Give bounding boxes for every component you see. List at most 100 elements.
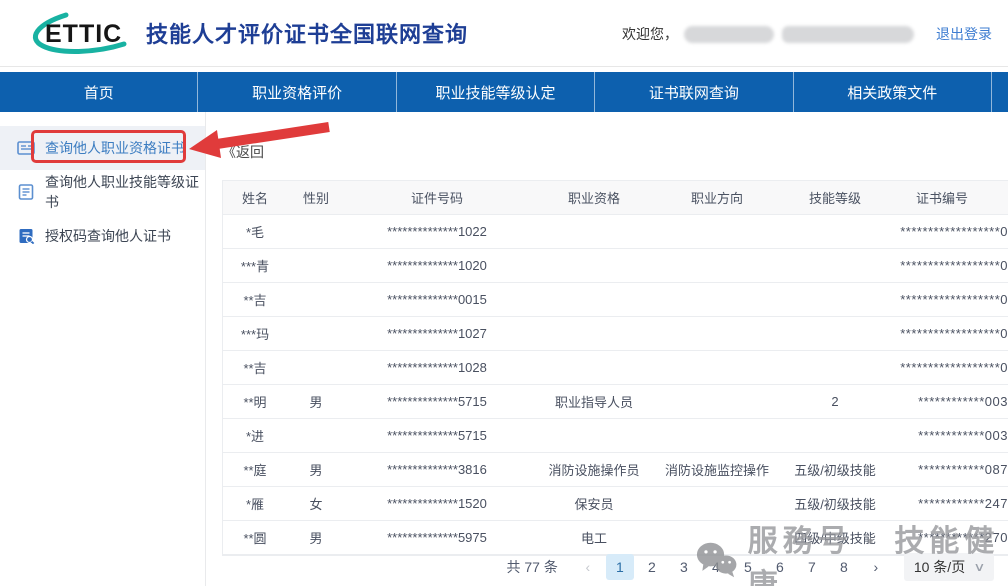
sidebar-item-query-others-qualification-cert[interactable]: 查询他人职业资格证书: [0, 126, 205, 170]
sidebar-item-query-others-skill-level-cert[interactable]: 查询他人职业技能等级证书: [0, 170, 205, 214]
top-header: ETTIC 技能人才评价证书全国联网查询 欢迎您， 退出登录: [0, 0, 1008, 67]
cell-name: *雁: [223, 494, 287, 513]
cell-name: **吉: [223, 290, 287, 309]
cell-skill-level: 四级/中级技能: [775, 528, 895, 547]
nav-item-certificate-query[interactable]: 证书联网查询: [595, 72, 793, 112]
certificate-query-page: ETTIC 技能人才评价证书全国联网查询 欢迎您， 退出登录 首页 职业资格评价…: [0, 0, 1008, 586]
sidebar-item-label: 授权码查询他人证书: [45, 226, 171, 246]
cell-cert-number: ************270: [895, 530, 1008, 545]
cell-id-number: **************1020: [345, 258, 529, 273]
logo-swoosh-icon: ETTIC: [30, 11, 130, 55]
welcome-text: 欢迎您，: [622, 24, 678, 44]
prev-page-icon[interactable]: ‹: [574, 554, 602, 580]
cell-gender: 男: [287, 528, 345, 547]
cell-skill-level: 五级/初级技能: [775, 460, 895, 479]
doc-search-icon: [17, 228, 35, 244]
cell-qualification: 消防设施操作员: [529, 460, 659, 479]
col-header-gender: 性别: [287, 188, 345, 207]
table-row[interactable]: **圆 男 **************5975 电工 四级/中级技能 ****…: [223, 521, 1008, 555]
col-header-skill-level: 技能等级: [775, 188, 895, 207]
cell-name: **吉: [223, 358, 287, 377]
table-row[interactable]: *毛 **************1022 ******************…: [223, 215, 1008, 249]
cell-cert-number: ******************0: [895, 224, 1008, 239]
cell-id-number: **************1027: [345, 326, 529, 341]
table-row[interactable]: *进 **************5715 ************003: [223, 419, 1008, 453]
page-size-select[interactable]: 10 条/页 ∨: [904, 553, 994, 581]
cell-id-number: **************0015: [345, 292, 529, 307]
nav-item-qualification-evaluation[interactable]: 职业资格评价: [198, 72, 396, 112]
brand: ETTIC 技能人才评价证书全国联网查询: [30, 11, 468, 55]
cell-id-number: **************5975: [345, 530, 529, 545]
page-button-2[interactable]: 2: [638, 554, 666, 580]
cell-name: **圆: [223, 528, 287, 547]
cell-id-number: **************5715: [345, 428, 529, 443]
page-button-6[interactable]: 6: [766, 554, 794, 580]
cell-cert-number: ************003: [895, 428, 1008, 443]
cell-cert-number: ************247: [895, 496, 1008, 511]
nav-item-policy-documents[interactable]: 相关政策文件: [794, 72, 992, 112]
cell-name: ***玛: [223, 324, 287, 343]
page-button-7[interactable]: 7: [798, 554, 826, 580]
main-nav: 首页 职业资格评价 职业技能等级认定 证书联网查询 相关政策文件: [0, 72, 1008, 112]
ettic-logo: ETTIC: [30, 11, 130, 55]
logo-text: ETTIC: [45, 20, 122, 48]
nav-item-home[interactable]: 首页: [0, 72, 198, 112]
col-header-id-number: 证件号码: [345, 188, 529, 207]
cell-gender: 女: [287, 494, 345, 513]
cell-name: ***青: [223, 256, 287, 275]
certificate-doc-icon: [17, 184, 35, 200]
sidebar-item-label: 查询他人职业资格证书: [45, 138, 185, 158]
site-title: 技能人才评价证书全国联网查询: [146, 17, 468, 49]
certificate-card-icon: [17, 140, 35, 156]
cell-skill-level: 五级/初级技能: [775, 494, 895, 513]
table-row[interactable]: ***玛 **************1027 ****************…: [223, 317, 1008, 351]
col-header-cert-number: 证书编号: [895, 188, 1008, 207]
chevron-down-icon: ∨: [973, 560, 985, 574]
cell-id-number: **************1520: [345, 496, 529, 511]
cell-cert-number: ************003: [895, 394, 1008, 409]
cell-id-number: **************5715: [345, 394, 529, 409]
table-row[interactable]: **吉 **************1028 *****************…: [223, 351, 1008, 385]
welcome-area: 欢迎您， 退出登录: [622, 24, 992, 44]
next-page-icon[interactable]: ›: [862, 554, 890, 580]
cell-qualification: 电工: [529, 528, 659, 547]
cell-direction: 消防设施监控操作: [659, 460, 775, 479]
page-button-1[interactable]: 1: [606, 554, 634, 580]
cell-id-number: **************3816: [345, 462, 529, 477]
cell-gender: 男: [287, 460, 345, 479]
table-row[interactable]: *雁 女 **************1520 保安员 五级/初级技能 ****…: [223, 487, 1008, 521]
page-button-4[interactable]: 4: [702, 554, 730, 580]
cell-cert-number: ************087: [895, 462, 1008, 477]
cell-cert-number: ******************0: [895, 258, 1008, 273]
cell-qualification: 职业指导人员: [529, 392, 659, 411]
logout-link[interactable]: 退出登录: [936, 24, 992, 44]
page-button-5[interactable]: 5: [734, 554, 762, 580]
cell-name: *毛: [223, 222, 287, 241]
cell-skill-level: 2: [775, 394, 895, 409]
col-header-qualification: 职业资格: [529, 188, 659, 207]
cell-id-number: **************1022: [345, 224, 529, 239]
nav-item-skill-level-certification[interactable]: 职业技能等级认定: [397, 72, 595, 112]
sidebar: 查询他人职业资格证书 查询他人职业技能等级证书 授权码查询他人证书: [0, 112, 206, 586]
sidebar-item-label: 查询他人职业技能等级证书: [45, 172, 205, 212]
cell-id-number: **************1028: [345, 360, 529, 375]
nav-item-partial[interactable]: [992, 72, 1008, 112]
redacted-username: [684, 26, 774, 43]
cell-name: **庭: [223, 460, 287, 479]
cell-name: *进: [223, 426, 287, 445]
table-row[interactable]: **明 男 **************5715 职业指导人员 2 ******…: [223, 385, 1008, 419]
sidebar-item-auth-code-query[interactable]: 授权码查询他人证书: [0, 214, 205, 258]
pagination: 共 77 条 ‹ 1 2 3 4 5 6 7 8 › 10 条/页 ∨: [506, 553, 994, 581]
table-row[interactable]: **庭 男 **************3816 消防设施操作员 消防设施监控操…: [223, 453, 1008, 487]
table-row[interactable]: **吉 **************0015 *****************…: [223, 283, 1008, 317]
table-row[interactable]: ***青 **************1020 ****************…: [223, 249, 1008, 283]
col-header-name: 姓名: [223, 188, 287, 207]
cell-qualification: 保安员: [529, 494, 659, 513]
pagination-total: 共 77 条: [506, 557, 557, 577]
cell-cert-number: ******************0: [895, 360, 1008, 375]
back-link[interactable]: 《返回: [222, 142, 264, 162]
page-button-3[interactable]: 3: [670, 554, 698, 580]
table-header-row: 姓名 性别 证件号码 职业资格 职业方向 技能等级 证书编号: [223, 181, 1008, 215]
cell-name: **明: [223, 392, 287, 411]
page-button-8[interactable]: 8: [830, 554, 858, 580]
